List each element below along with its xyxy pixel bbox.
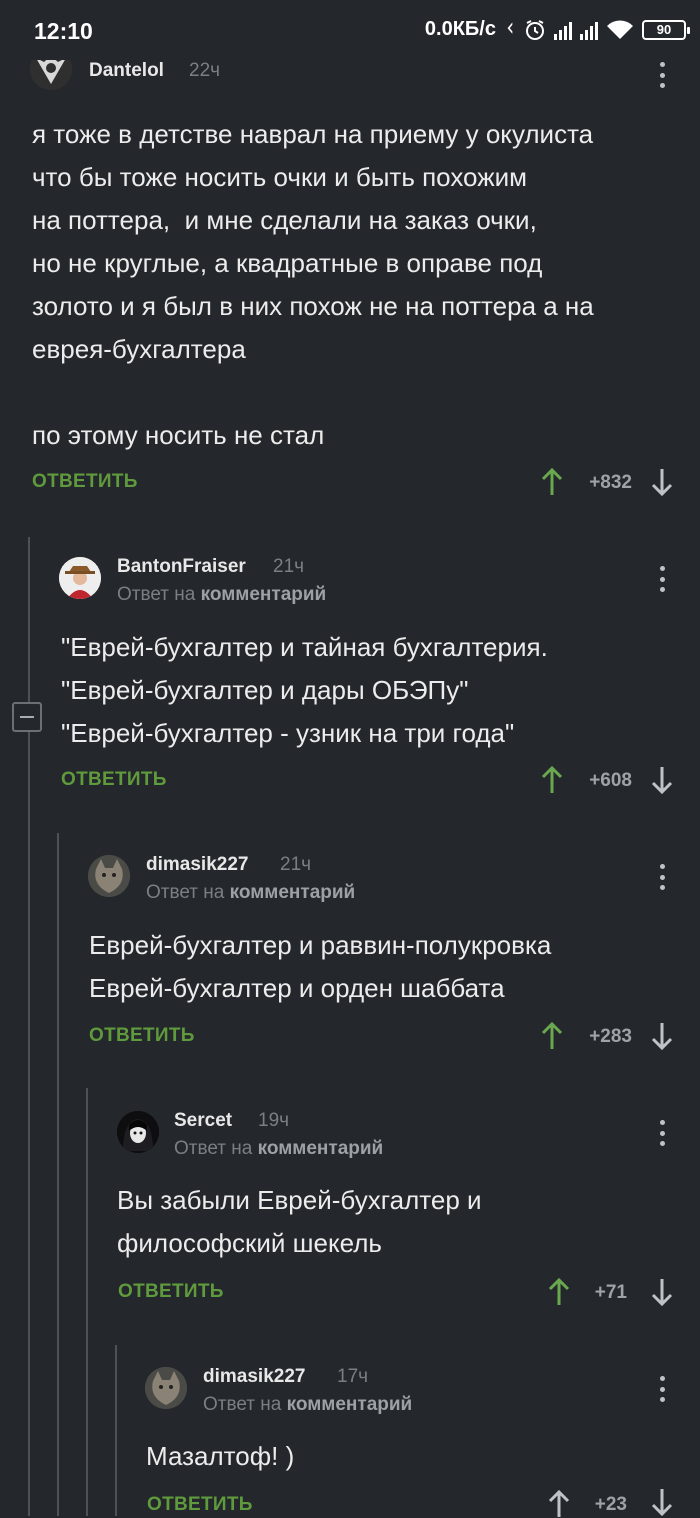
reply-to-label: Ответ на: [174, 1138, 253, 1159]
reply-to-link[interactable]: комментарий: [258, 1138, 384, 1159]
status-time: 12:10: [34, 18, 93, 44]
reply-to-link[interactable]: комментарий: [230, 882, 356, 903]
reply-to-label: Ответ на: [117, 584, 196, 605]
vote-up-icon[interactable]: [541, 766, 563, 794]
comment-author[interactable]: Dantelol: [89, 60, 164, 82]
thread-line-level-2: [57, 833, 59, 1516]
comment-author[interactable]: dimasik227: [203, 1366, 305, 1388]
network-speed: 0.0КБ/с: [424, 18, 496, 40]
comment-time: 21ч: [273, 556, 305, 577]
comment-time: 19ч: [258, 1110, 290, 1131]
reply-to-info: Ответ на комментарий: [117, 584, 326, 606]
reply-to-info: Ответ на комментарий: [174, 1138, 383, 1160]
comment-score: +832: [589, 472, 632, 493]
reply-to-info: Ответ на комментарий: [146, 882, 355, 904]
comment-author[interactable]: dimasik227: [146, 854, 248, 876]
comment-author[interactable]: Sercet: [174, 1110, 232, 1132]
avatar[interactable]: [117, 1111, 159, 1153]
more-options-icon[interactable]: [658, 62, 666, 88]
comment-score: +608: [589, 770, 632, 791]
comment-text: Мазалтоф! ): [146, 1441, 295, 1471]
comment-text: Вы забыли Еврей-бухгалтер и философский …: [117, 1185, 482, 1258]
vote-down-icon[interactable]: [651, 1278, 673, 1306]
avatar[interactable]: [59, 557, 101, 599]
thread-line-level-1: [28, 537, 30, 1516]
comment-time: 21ч: [280, 854, 312, 875]
avatar[interactable]: [145, 1367, 187, 1409]
vote-up-icon[interactable]: [541, 1022, 563, 1050]
bluetooth-icon: ᚲ: [504, 18, 516, 40]
more-options-icon[interactable]: [658, 566, 666, 592]
reply-button[interactable]: ОТВЕТИТЬ: [32, 471, 138, 493]
reply-button[interactable]: ОТВЕТИТЬ: [89, 1025, 195, 1047]
status-icons: 0.0КБ/с ᚲ 90: [424, 18, 690, 41]
reply-button[interactable]: ОТВЕТИТЬ: [147, 1494, 253, 1516]
comment-score: +71: [594, 1282, 627, 1303]
reply-button[interactable]: ОТВЕТИТЬ: [61, 769, 167, 791]
wifi-icon: [607, 19, 633, 39]
vote-down-icon[interactable]: [651, 468, 673, 496]
status-bar: 12:10 0.0КБ/с ᚲ 90: [0, 0, 700, 60]
thread-line-level-4: [115, 1345, 117, 1516]
reply-to-info: Ответ на комментарий: [203, 1394, 412, 1416]
comment-score: +283: [589, 1026, 632, 1047]
more-options-icon[interactable]: [658, 1376, 666, 1402]
signal-icon-2: [580, 20, 598, 40]
alarm-icon: [526, 19, 544, 40]
vote-down-icon[interactable]: [651, 1022, 673, 1050]
more-options-icon[interactable]: [658, 1120, 666, 1146]
collapse-thread-button[interactable]: [12, 702, 42, 732]
battery-icon: 90: [642, 19, 690, 40]
reply-to-label: Ответ на: [146, 882, 225, 903]
comment-time: 17ч: [337, 1366, 369, 1387]
more-options-icon[interactable]: [658, 864, 666, 890]
reply-to-link[interactable]: комментарий: [201, 584, 327, 605]
vote-up-icon[interactable]: [541, 468, 563, 496]
comment-text: "Еврей-бухгалтер и тайная бухгалтерия. "…: [61, 632, 548, 748]
comment-text: я тоже в детстве наврал на приему у окул…: [32, 119, 594, 450]
comment-score: +23: [594, 1494, 627, 1515]
battery-level: 90: [656, 22, 672, 37]
comment-author[interactable]: BantonFraiser: [117, 556, 246, 578]
reply-to-label: Ответ на: [203, 1394, 282, 1415]
reply-button[interactable]: ОТВЕТИТЬ: [118, 1281, 224, 1303]
vote-down-icon[interactable]: [651, 766, 673, 794]
vote-down-icon[interactable]: [651, 1488, 673, 1516]
thread-line-level-3: [86, 1088, 88, 1516]
comment-time: 22ч: [189, 60, 221, 81]
comment-text: Еврей-бухгалтер и раввин-полукровка Евре…: [89, 930, 552, 1003]
reply-to-link[interactable]: комментарий: [287, 1394, 413, 1415]
avatar[interactable]: [88, 855, 130, 897]
signal-icon: [554, 20, 572, 40]
